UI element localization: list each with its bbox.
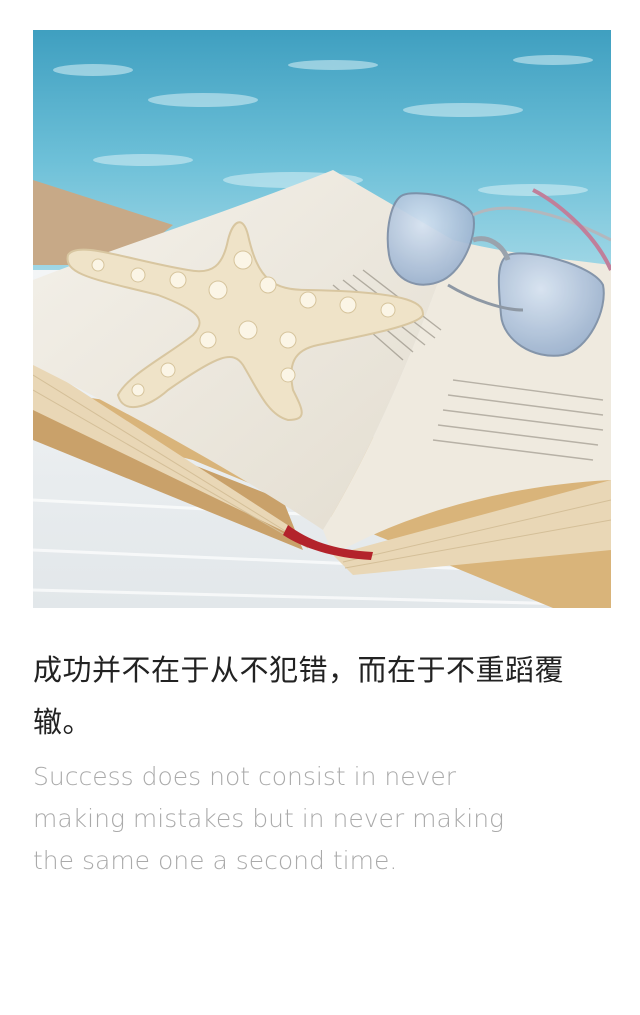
quote-card: 成功并不在于从不犯错，而在于不重蹈覆辙。 Success does not co…: [0, 0, 640, 1015]
quote-english: Success does not consist in never making…: [33, 762, 505, 875]
book-starfish-sunglasses-illustration: [33, 30, 611, 608]
cover-photo: [33, 30, 611, 608]
quote-chinese: 成功并不在于从不犯错，而在于不重蹈覆辙。: [33, 653, 565, 739]
